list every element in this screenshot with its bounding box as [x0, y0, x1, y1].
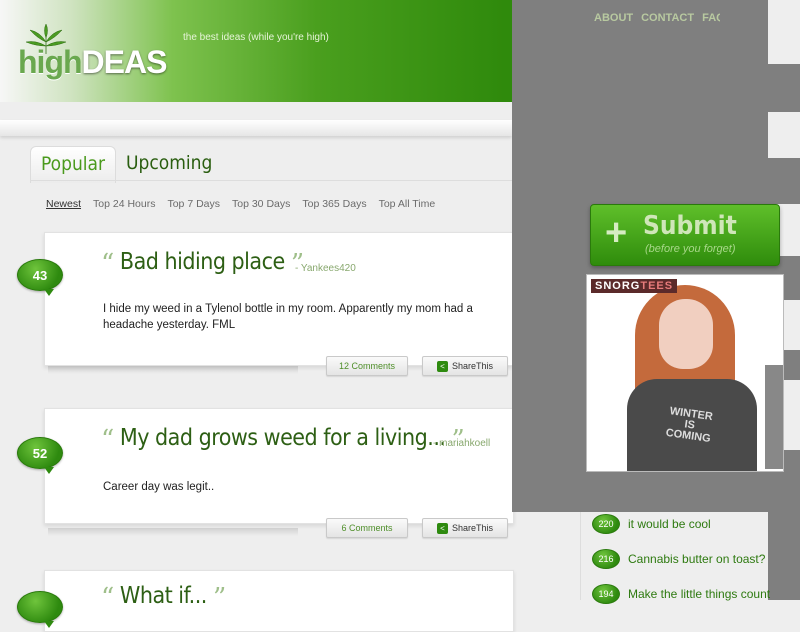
idea-link[interactable]: Make the little things count [628, 587, 770, 601]
gray-strip [768, 450, 800, 600]
filter-top-30-days[interactable]: Top 30 Days [232, 198, 290, 210]
vote-count-badge[interactable]: 43 [17, 259, 63, 296]
post-shadow [48, 528, 298, 536]
tab-upcoming[interactable]: Upcoming [116, 146, 222, 183]
ad-model-face [659, 299, 713, 369]
ad-edge [765, 365, 783, 469]
comments-button[interactable]: 12 Comments [326, 356, 408, 376]
share-label: ShareThis [451, 523, 494, 533]
logo-wordmark: highDEAS [18, 44, 167, 80]
site-tagline: the best ideas (while you're high) [183, 32, 329, 43]
vote-count-badge[interactable]: 52 [17, 437, 63, 474]
share-icon: < [436, 522, 448, 534]
gray-overlay [720, 0, 768, 102]
post-body: I hide my weed in a Tylenol bottle in my… [103, 303, 473, 331]
idea-count-badge: 220 [592, 514, 620, 534]
nav-about[interactable]: ABOUT [594, 12, 633, 24]
filter-top-365-days[interactable]: Top 365 Days [302, 198, 366, 210]
feed-tabs: Popular Upcoming [30, 146, 222, 183]
list-item[interactable]: 194 Make the little things count [592, 582, 770, 606]
submit-sublabel: (before you forget) [645, 243, 736, 255]
content-top-divider [0, 120, 512, 136]
tab-underline [30, 180, 512, 181]
post-author[interactable]: - mariahkoell [433, 438, 490, 449]
idea-count-badge: 216 [592, 549, 620, 569]
comments-button[interactable]: 6 Comments [326, 518, 408, 538]
post-author[interactable]: - Yankees420 [295, 263, 356, 274]
filter-newest[interactable]: Newest [46, 198, 81, 210]
share-button[interactable]: < ShareThis [422, 356, 508, 376]
submit-label: Submit [643, 211, 737, 241]
post-shadow [48, 366, 298, 374]
post-title[interactable]: “ My dad grows weed for a living... ” [101, 425, 465, 455]
ad-brand-logo: SNORGTEES [591, 279, 678, 293]
site-logo[interactable]: highDEAS [18, 24, 183, 84]
filter-top-all-time[interactable]: Top All Time [379, 198, 436, 210]
share-icon: < [436, 360, 448, 372]
post-card: “ What if... ” [17, 570, 514, 632]
vote-count-badge[interactable] [17, 591, 63, 628]
share-label: ShareThis [451, 361, 494, 371]
gray-strip [768, 64, 800, 112]
list-item[interactable]: 216 Cannabis butter on toast? [592, 547, 765, 571]
idea-link[interactable]: Cannabis butter on toast? [628, 552, 765, 566]
sort-filters: Newest Top 24 Hours Top 7 Days Top 30 Da… [46, 198, 435, 210]
nav-contact[interactable]: CONTACT [641, 12, 694, 24]
submit-button[interactable]: + Submit (before you forget) [590, 204, 780, 266]
post-card: 43 “ Bad hiding place ” - Yankees420 I h… [17, 232, 514, 366]
ad-shirt-print: WINTER IS COMING [664, 405, 714, 445]
tab-popular[interactable]: Popular [30, 146, 117, 183]
post-card: 52 “ My dad grows weed for a living... ”… [17, 408, 514, 524]
share-button[interactable]: < ShareThis [422, 518, 508, 538]
plus-icon: + [605, 212, 628, 254]
advertisement[interactable]: WINTER IS COMING SNORGTEES [586, 274, 784, 472]
idea-link[interactable]: it would be cool [628, 517, 711, 531]
filter-top-7-days[interactable]: Top 7 Days [167, 198, 220, 210]
post-body: Career day was legit.. [103, 481, 215, 493]
post-title[interactable]: “ What if... ” [101, 583, 226, 613]
idea-count-badge: 194 [592, 584, 620, 604]
list-item[interactable]: 220 it would be cool [592, 512, 711, 536]
filter-top-24-hours[interactable]: Top 24 Hours [93, 198, 155, 210]
sidebar-separator [580, 512, 581, 600]
top-nav: ABOUT CONTACT FAQS [594, 12, 732, 24]
gray-strip [768, 158, 800, 204]
post-title[interactable]: “ Bad hiding place ” [101, 249, 304, 279]
